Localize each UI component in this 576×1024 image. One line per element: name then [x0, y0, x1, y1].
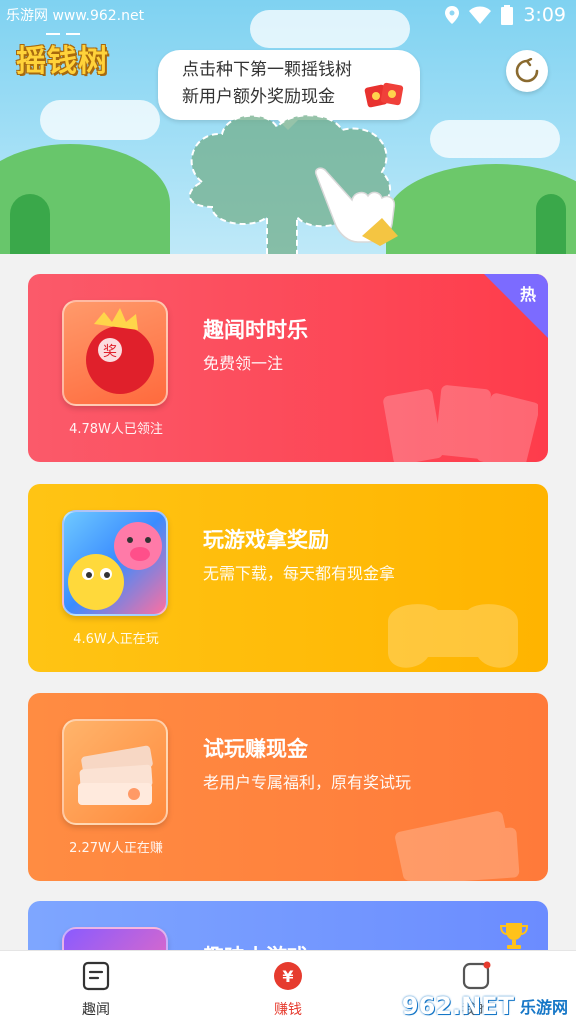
card-quwen-shishile[interactable]: 奖 4.78W人已领注 趣闻时时乐 免费领一注 热	[28, 274, 548, 462]
task-list: 奖 4.78W人已领注 趣闻时时乐 免费领一注 热 4.6W人正在玩 玩游戏拿奖…	[0, 254, 576, 950]
card-users-count: 4.6W人正在玩	[73, 632, 159, 647]
red-envelope-icon	[364, 82, 404, 108]
game-characters-icon	[62, 510, 168, 616]
refresh-button[interactable]	[506, 50, 548, 92]
lottery-cards-decoration	[383, 385, 538, 462]
card-subtitle: 免费领一注	[203, 354, 284, 373]
app-logo: 摇钱树	[16, 44, 109, 79]
bush	[536, 194, 566, 254]
yuan-coin-icon: ¥	[274, 962, 302, 990]
refresh-icon	[515, 58, 539, 83]
card-mini-games[interactable]: 趣味小游戏	[28, 901, 548, 950]
card-play-games[interactable]: 4.6W人正在玩 玩游戏拿奖励 无需下载，每天都有现金拿	[28, 484, 548, 672]
gamepad-decoration	[388, 604, 518, 668]
profile-icon	[462, 961, 491, 990]
card-subtitle: 无需下载，每天都有现金拿	[203, 564, 396, 583]
wifi-icon	[469, 6, 492, 24]
speech-bubble[interactable]: 点击种下第一颗摇钱树 新用户额外奖励现金	[158, 50, 420, 130]
mini-game-icon	[62, 927, 168, 950]
hot-badge: 热	[484, 274, 548, 338]
card-trial-earn[interactable]: 2.27W人正在赚 试玩赚现金 老用户专属福利，原有奖试玩	[28, 693, 548, 881]
nav-item-zhuanqian[interactable]: ¥ 赚钱	[248, 961, 328, 1019]
watermark-small: 乐游网	[517, 994, 570, 1018]
hot-badge-label: 热	[520, 285, 536, 304]
cloud	[40, 100, 160, 140]
nav-item-quwen[interactable]: 趣闻	[56, 961, 136, 1019]
battery-icon	[501, 5, 514, 25]
yuan-symbol: ¥	[282, 967, 293, 986]
watermark-big: 962.NET	[401, 992, 514, 1020]
cloud	[430, 120, 560, 158]
card-title: 玩游戏拿奖励	[203, 528, 329, 552]
card-title: 趣闻时时乐	[203, 318, 308, 342]
lottery-ball-icon: 奖	[62, 300, 168, 406]
nav-label: 趣闻	[82, 1002, 110, 1018]
card-subtitle: 老用户专属福利，原有奖试玩	[203, 773, 412, 792]
nav-label: 赚钱	[274, 1002, 302, 1018]
trophy-icon	[499, 923, 529, 949]
money-stack-decoration	[395, 811, 520, 881]
cash-stack-icon	[62, 719, 168, 825]
card-title: 试玩赚现金	[203, 737, 308, 761]
location-icon	[445, 6, 460, 24]
status-bar: 乐游网 www.962.net 3:09	[0, 0, 576, 35]
hero-banner: 摇钱树 点击种下第一颗摇钱树 新用户额外奖励现金	[0, 0, 576, 254]
status-dashes	[46, 20, 86, 35]
card-users-count: 4.78W人已领注	[69, 422, 163, 437]
news-icon	[82, 961, 110, 991]
pointing-hand-icon	[314, 167, 398, 246]
bush	[10, 194, 50, 254]
card-users-count: 2.27W人正在赚	[69, 841, 163, 856]
svg-text:奖: 奖	[103, 343, 117, 360]
site-watermark-962: 962.NET 乐游网	[402, 992, 570, 1020]
status-time: 3:09	[523, 4, 566, 26]
card-title: 趣味小游戏	[203, 941, 308, 950]
